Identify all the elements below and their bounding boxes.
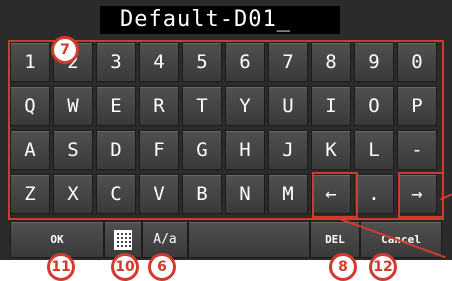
key-n[interactable]: N xyxy=(225,174,265,214)
key-k[interactable]: K xyxy=(311,130,351,170)
key-6[interactable]: 6 xyxy=(225,42,265,82)
key-5[interactable]: 5 xyxy=(182,42,222,82)
blank-function-key xyxy=(188,221,310,258)
key-x[interactable]: X xyxy=(53,174,93,214)
key-e[interactable]: E xyxy=(96,86,136,126)
key-f[interactable]: F xyxy=(139,130,179,170)
key-3[interactable]: 3 xyxy=(96,42,136,82)
key-o[interactable]: O xyxy=(354,86,394,126)
key-h[interactable]: H xyxy=(225,130,265,170)
key-l[interactable]: L xyxy=(354,130,394,170)
key-w[interactable]: W xyxy=(53,86,93,126)
key-9[interactable]: 9 xyxy=(354,42,394,82)
callout-10: 10 xyxy=(111,253,139,281)
key-s[interactable]: S xyxy=(53,130,93,170)
text-input-field[interactable]: Default-D01_ xyxy=(100,6,340,34)
key-q[interactable]: Q xyxy=(10,86,50,126)
callout-7: 7 xyxy=(51,36,79,64)
callout-8: 8 xyxy=(329,253,357,281)
key-c[interactable]: C xyxy=(96,174,136,214)
key-v[interactable]: V xyxy=(139,174,179,214)
key-1[interactable]: 1 xyxy=(10,42,50,82)
key-grid: 1 2 3 4 5 6 7 8 9 0 Q W E R T Y U I O P … xyxy=(10,42,437,214)
callout-6: 6 xyxy=(148,253,176,281)
callout-12: 12 xyxy=(369,253,397,281)
key-7[interactable]: 7 xyxy=(268,42,308,82)
key-4[interactable]: 4 xyxy=(139,42,179,82)
key-i[interactable]: I xyxy=(311,86,351,126)
key-y[interactable]: Y xyxy=(225,86,265,126)
key-p[interactable]: P xyxy=(397,86,437,126)
keyboard-grid-icon xyxy=(114,229,132,250)
key-d[interactable]: D xyxy=(96,130,136,170)
key-8[interactable]: 8 xyxy=(311,42,351,82)
key-a[interactable]: A xyxy=(10,130,50,170)
delete-button[interactable]: DEL xyxy=(310,221,360,258)
key-0[interactable]: 0 xyxy=(397,42,437,82)
key-j[interactable]: J xyxy=(268,130,308,170)
key-b[interactable]: B xyxy=(182,174,222,214)
key-u[interactable]: U xyxy=(268,86,308,126)
key-z[interactable]: Z xyxy=(10,174,50,214)
cursor-right-key[interactable]: → xyxy=(397,174,437,214)
key-r[interactable]: R xyxy=(139,86,179,126)
key-g[interactable]: G xyxy=(182,130,222,170)
key-hyphen[interactable]: - xyxy=(397,130,437,170)
callout-11: 11 xyxy=(47,253,75,281)
cursor-left-key[interactable]: ← xyxy=(311,174,351,214)
key-period[interactable]: . xyxy=(354,174,394,214)
key-m[interactable]: M xyxy=(268,174,308,214)
key-t[interactable]: T xyxy=(182,86,222,126)
